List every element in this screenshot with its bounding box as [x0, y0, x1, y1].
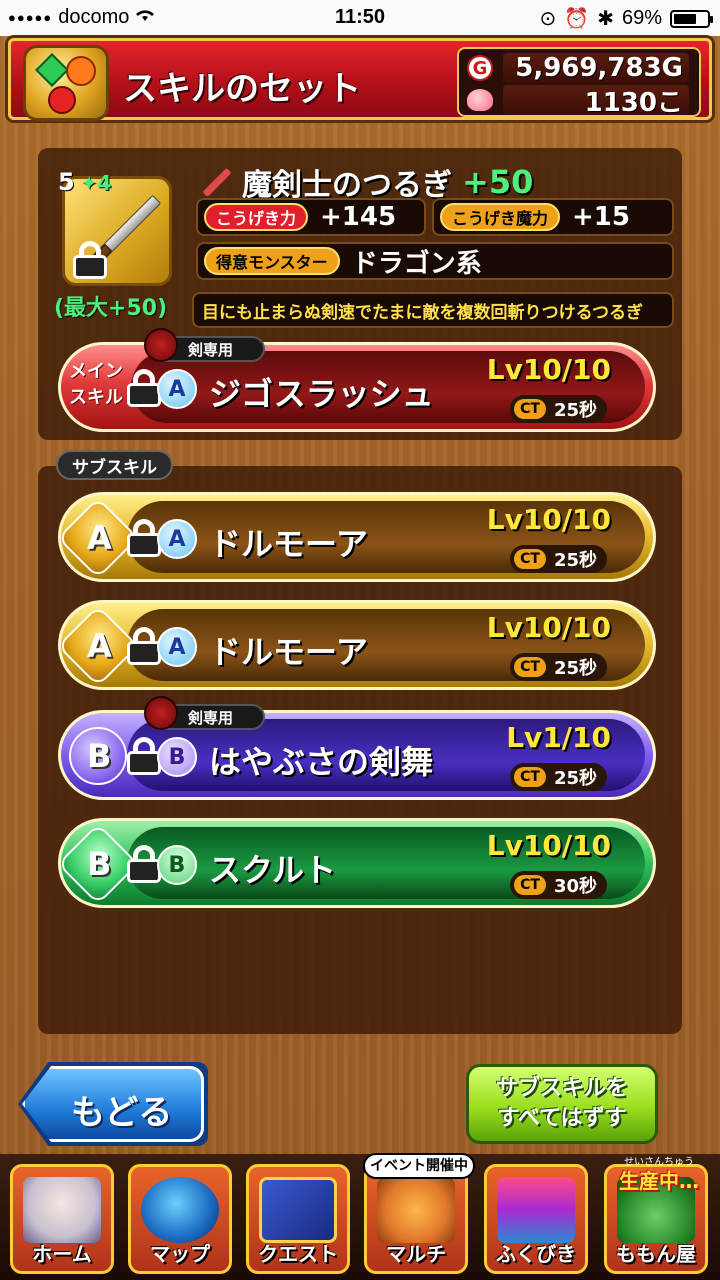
skill-name: ドルモーア [209, 525, 368, 563]
cooldown: CT 25秒 [510, 545, 607, 573]
cooldown: CT 25秒 [510, 763, 607, 791]
tab-lottery[interactable]: ふくびき [484, 1164, 588, 1274]
sword-only-tag: 剣専用 [144, 328, 266, 362]
home-icon [23, 1177, 101, 1243]
tab-multi[interactable]: イベント開催中 マルチ [363, 1153, 475, 1274]
currency-panel: G 5,969,783G 1130こ [457, 47, 701, 118]
remove-all-line2: すべてはずす [497, 1106, 627, 1131]
attack-value: +145 [320, 202, 397, 232]
rotation-lock-icon: ⊙ [539, 8, 557, 30]
multi-icon [377, 1177, 455, 1243]
rank-badge: A [157, 369, 197, 409]
lock-icon [127, 519, 161, 557]
sword-icon [198, 165, 232, 199]
attack-stat: こうげき力 +145 [196, 198, 426, 236]
lock-icon [127, 369, 161, 407]
slot-letter: B [87, 737, 112, 775]
remove-all-subskills-button[interactable]: サブスキルを すべてはずす [466, 1064, 658, 1144]
lottery-icon [497, 1177, 575, 1243]
skill-name: ジゴスラッシュ [209, 375, 434, 413]
cooldown: CT 30秒 [510, 871, 607, 899]
page-title: スキルのセット [123, 69, 361, 109]
sword-only-tag: 剣専用 [144, 696, 266, 730]
weapon-plus: +50 [462, 163, 534, 201]
tab-home[interactable]: ホーム [10, 1164, 114, 1274]
alarm-icon: ⏰ [564, 8, 590, 30]
lock-icon [127, 737, 161, 775]
monster-label: 得意モンスター [204, 247, 340, 275]
sub-skill-slot-1[interactable]: A A ドルモーア Lv10/10 CT 25秒 [56, 492, 656, 582]
slot-letter: B [87, 845, 112, 883]
quest-icon [259, 1177, 337, 1243]
bottom-tab-bar: ホーム マップ クエスト イベント開催中 マルチ ふくびき せいさんちゅう 生産… [0, 1153, 720, 1280]
lock-icon [127, 627, 161, 665]
sub-skill-slot-2[interactable]: A A ドルモーア Lv10/10 CT 25秒 [56, 600, 656, 690]
main-skill-label: メイン スキル [69, 361, 123, 408]
magic-value: +15 [572, 202, 630, 232]
tab-label: ホーム [32, 1242, 92, 1266]
skill-emblem-icon [23, 45, 109, 121]
skill-name: スクルト [209, 851, 337, 889]
tab-label: マップ [150, 1242, 210, 1266]
back-button-label: もどる [71, 1093, 173, 1133]
map-icon [141, 1177, 219, 1243]
skill-name: ドルモーア [209, 633, 368, 671]
weapon-star-rating: 5 ✦4 [58, 168, 112, 196]
skill-level: Lv10/10 [486, 611, 611, 644]
slot-letter: A [87, 627, 112, 665]
weapon-description: 目にも止まらぬ剣速でたまに敵を複数回斬りつけるつるぎ [192, 292, 674, 328]
header-bar: スキルのセット G 5,969,783G 1130こ [8, 38, 712, 121]
tab-label: ふくびき [496, 1242, 576, 1266]
gem-icon [467, 89, 493, 111]
cooldown: CT 25秒 [510, 653, 607, 681]
skill-level: Lv10/10 [486, 353, 611, 386]
tab-quest[interactable]: クエスト [246, 1164, 350, 1274]
skill-level: Lv1/10 [506, 721, 611, 754]
back-button[interactable]: もどる [22, 1066, 204, 1142]
slot-letter: A [87, 519, 112, 557]
gold-amount: 5,969,783G [515, 53, 683, 83]
status-bar: ●●●●● docomo 11:50 ⊙ ⏰ ✱ 69% [0, 0, 720, 36]
skill-name: はやぶさの剣舞 [209, 743, 434, 781]
sword-badge-icon [144, 328, 178, 362]
gold-icon: G [467, 55, 493, 81]
tab-label: クエスト [258, 1242, 338, 1266]
rank-badge: A [157, 627, 197, 667]
skill-level: Lv10/10 [486, 829, 611, 862]
monster-stat: 得意モンスター ドラゴン系 [196, 242, 674, 280]
sub-skill-title: サブスキル [56, 450, 173, 480]
tab-label: マルチ [386, 1242, 446, 1266]
remove-all-line1: サブスキルを [495, 1076, 628, 1101]
gem-amount: 1130こ [584, 87, 683, 118]
monster-value: ドラゴン系 [351, 248, 482, 279]
tab-shop[interactable]: せいさんちゅう 生産中… ももん屋 [604, 1157, 708, 1274]
cooldown: CT 25秒 [510, 395, 607, 423]
tab-map[interactable]: マップ [128, 1164, 232, 1274]
skill-level: Lv10/10 [486, 503, 611, 536]
attack-label: こうげき力 [204, 203, 309, 231]
lock-icon [73, 241, 107, 279]
rank-badge: B [157, 737, 197, 777]
rank-badge: A [157, 519, 197, 559]
magic-stat: こうげき魔力 +15 [432, 198, 674, 236]
battery-percent: 69% [621, 7, 662, 29]
bluetooth-icon: ✱ [597, 8, 614, 30]
producing-banner: 生産中… [619, 1169, 699, 1193]
tab-label: ももん屋 [616, 1242, 696, 1266]
battery-icon [670, 9, 713, 28]
sword-badge-icon [144, 696, 178, 730]
weapon-max-label: (最大+50) [54, 296, 168, 321]
event-banner: イベント開催中 [363, 1153, 475, 1179]
magic-label: こうげき魔力 [440, 203, 561, 231]
sub-skill-slot-4[interactable]: B B スクルト Lv10/10 CT 30秒 [56, 818, 656, 908]
